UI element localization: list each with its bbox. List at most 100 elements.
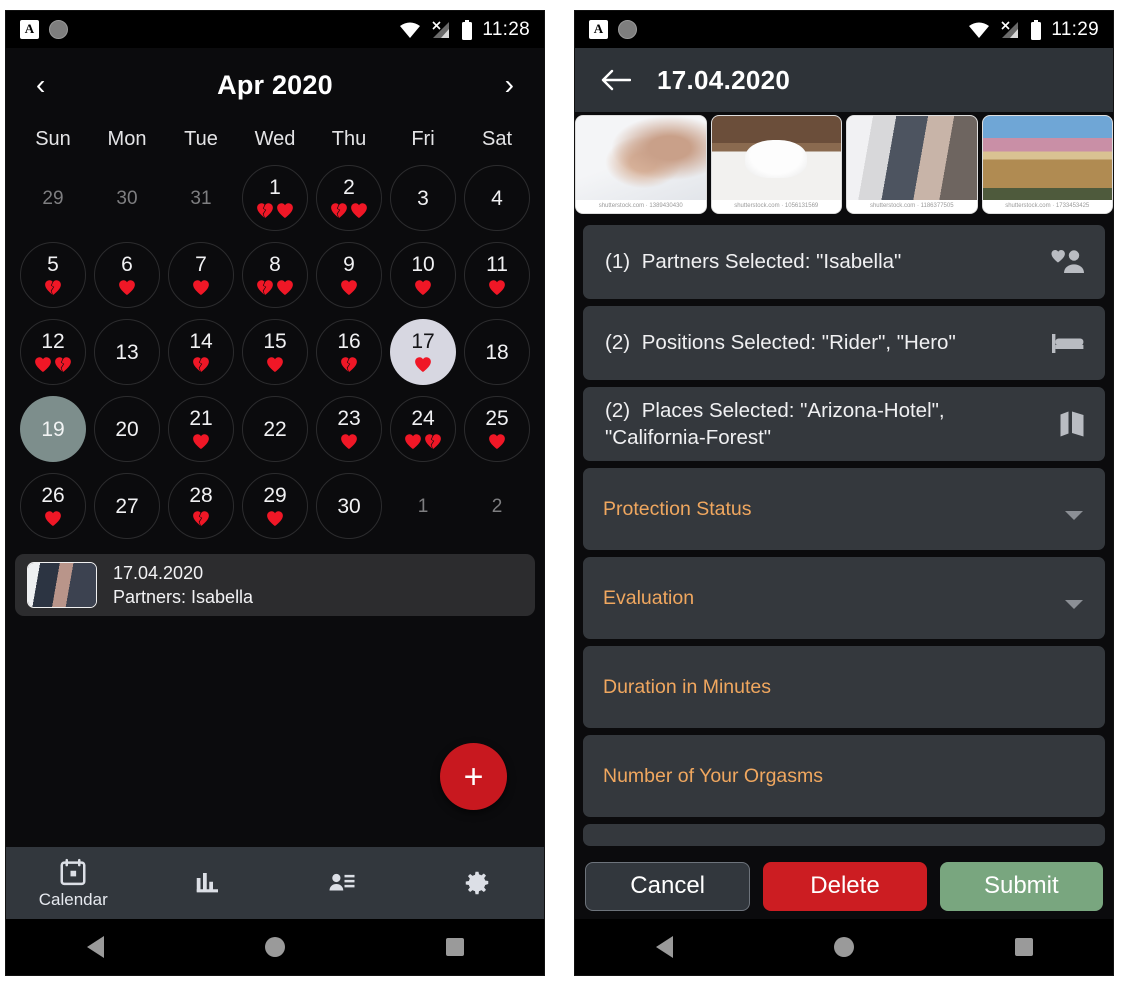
selection-row[interactable]: (1) Partners Selected: "Isabella"	[583, 225, 1105, 299]
photo-thumbnail[interactable]: shutterstock.com · 1056131569	[710, 115, 842, 214]
calendar-day-29[interactable]: 29	[20, 165, 86, 231]
calendar-day-cell[interactable]: 20	[90, 392, 164, 466]
calendar-day-13[interactable]: 13	[94, 319, 160, 385]
calendar-day-12[interactable]: 12	[20, 319, 86, 385]
calendar-day-18[interactable]: 18	[464, 319, 530, 385]
calendar-day-2[interactable]: 2	[464, 473, 530, 539]
calendar-day-1[interactable]: 1	[390, 473, 456, 539]
photo-thumbnail[interactable]: shutterstock.com · 1186377505	[846, 115, 978, 214]
calendar-day-cell[interactable]: 28	[164, 469, 238, 543]
calendar-day-29[interactable]: 29	[242, 473, 308, 539]
next-month-button[interactable]: ›	[505, 71, 514, 99]
calendar-day-cell[interactable]: 30	[90, 161, 164, 235]
calendar-day-cell[interactable]: 23	[312, 392, 386, 466]
calendar-day-30[interactable]: 30	[316, 473, 382, 539]
calendar-day-cell[interactable]: 27	[90, 469, 164, 543]
delete-button[interactable]: Delete	[763, 861, 927, 911]
photo-thumbnail[interactable]: shutterstock.com · 1733453425	[981, 115, 1113, 214]
calendar-day-cell[interactable]: 21	[164, 392, 238, 466]
calendar-day-19[interactable]: 19	[20, 396, 86, 462]
chevron-down-icon[interactable]	[1065, 600, 1083, 610]
calendar-day-cell[interactable]: 17	[386, 315, 460, 389]
calendar-day-cell[interactable]: 14	[164, 315, 238, 389]
calendar-day-11[interactable]: 11	[464, 242, 530, 308]
calendar-day-cell[interactable]: 12	[16, 315, 90, 389]
field-evaluation[interactable]: Evaluation	[583, 557, 1105, 640]
calendar-day-cell[interactable]: 5	[16, 238, 90, 312]
calendar-day-cell[interactable]: 9	[312, 238, 386, 312]
calendar-day-cell[interactable]: 11	[460, 238, 534, 312]
field-protection-status[interactable]: Protection Status	[583, 468, 1105, 551]
calendar-day-cell[interactable]: 25	[460, 392, 534, 466]
calendar-day-cell[interactable]: 19	[16, 392, 90, 466]
calendar-day-20[interactable]: 20	[94, 396, 160, 462]
calendar-day-cell[interactable]: 4	[460, 161, 534, 235]
selection-row[interactable]: (2) Positions Selected: "Rider", "Hero"	[583, 306, 1105, 380]
calendar-day-24[interactable]: 24	[390, 396, 456, 462]
calendar-day-cell[interactable]: 8	[238, 238, 312, 312]
cancel-button[interactable]: Cancel	[585, 861, 751, 911]
field-number-of-your-orgasms[interactable]: Number of Your Orgasms	[583, 735, 1105, 818]
calendar-day-8[interactable]: 8	[242, 242, 308, 308]
calendar-day-cell[interactable]: 31	[164, 161, 238, 235]
calendar-day-cell[interactable]: 13	[90, 315, 164, 389]
calendar-day-cell[interactable]: 1	[238, 161, 312, 235]
calendar-day-cell[interactable]: 1	[386, 469, 460, 543]
calendar-day-cell[interactable]: 15	[238, 315, 312, 389]
calendar-day-cell[interactable]: 7	[164, 238, 238, 312]
nav-item-statistics[interactable]	[141, 868, 276, 898]
back-nav-button[interactable]	[655, 936, 673, 958]
calendar-day-cell[interactable]: 3	[386, 161, 460, 235]
calendar-day-21[interactable]: 21	[168, 396, 234, 462]
submit-button[interactable]: Submit	[939, 861, 1103, 911]
calendar-day-3[interactable]: 3	[390, 165, 456, 231]
calendar-day-cell[interactable]: 29	[16, 161, 90, 235]
calendar-day-9[interactable]: 9	[316, 242, 382, 308]
home-nav-button[interactable]	[833, 937, 854, 957]
calendar-day-31[interactable]: 31	[168, 165, 234, 231]
calendar-day-cell[interactable]: 16	[312, 315, 386, 389]
calendar-day-16[interactable]: 16	[316, 319, 382, 385]
back-arrow-icon[interactable]	[601, 68, 631, 92]
calendar-day-cell[interactable]: 30	[312, 469, 386, 543]
calendar-day-cell[interactable]: 2	[312, 161, 386, 235]
calendar-day-cell[interactable]: 18	[460, 315, 534, 389]
field-partial[interactable]	[583, 824, 1105, 847]
calendar-day-28[interactable]: 28	[168, 473, 234, 539]
calendar-day-1[interactable]: 1	[242, 165, 308, 231]
photo-thumbnail[interactable]: shutterstock.com · 1389430430	[575, 115, 707, 214]
nav-item-settings[interactable]	[410, 868, 545, 898]
calendar-day-cell[interactable]: 24	[386, 392, 460, 466]
calendar-day-15[interactable]: 15	[242, 319, 308, 385]
nav-item-partners[interactable]	[275, 868, 410, 898]
back-nav-button[interactable]	[86, 936, 104, 958]
calendar-day-cell[interactable]: 2	[460, 469, 534, 543]
home-nav-button[interactable]	[264, 937, 285, 957]
calendar-day-5[interactable]: 5	[20, 242, 86, 308]
calendar-day-6[interactable]: 6	[94, 242, 160, 308]
calendar-day-27[interactable]: 27	[94, 473, 160, 539]
calendar-day-14[interactable]: 14	[168, 319, 234, 385]
calendar-day-2[interactable]: 2	[316, 165, 382, 231]
calendar-day-26[interactable]: 26	[20, 473, 86, 539]
calendar-day-30[interactable]: 30	[94, 165, 160, 231]
add-entry-fab[interactable]: +	[440, 743, 507, 810]
field-duration-in-minutes[interactable]: Duration in Minutes	[583, 646, 1105, 729]
calendar-day-17[interactable]: 17	[390, 319, 456, 385]
event-card[interactable]: 17.04.2020 Partners: Isabella	[15, 554, 535, 616]
calendar-day-25[interactable]: 25	[464, 396, 530, 462]
calendar-day-cell[interactable]: 6	[90, 238, 164, 312]
previous-month-button[interactable]: ‹	[36, 71, 45, 99]
calendar-day-7[interactable]: 7	[168, 242, 234, 308]
calendar-day-22[interactable]: 22	[242, 396, 308, 462]
calendar-day-cell[interactable]: 26	[16, 469, 90, 543]
selection-row[interactable]: (2) Places Selected: "Arizona-Hotel", "C…	[583, 387, 1105, 462]
recents-nav-button[interactable]	[1014, 938, 1033, 956]
nav-item-calendar[interactable]: Calendar	[6, 857, 141, 910]
calendar-day-cell[interactable]: 29	[238, 469, 312, 543]
calendar-day-cell[interactable]: 10	[386, 238, 460, 312]
calendar-day-cell[interactable]: 22	[238, 392, 312, 466]
calendar-day-23[interactable]: 23	[316, 396, 382, 462]
calendar-day-10[interactable]: 10	[390, 242, 456, 308]
calendar-day-4[interactable]: 4	[464, 165, 530, 231]
